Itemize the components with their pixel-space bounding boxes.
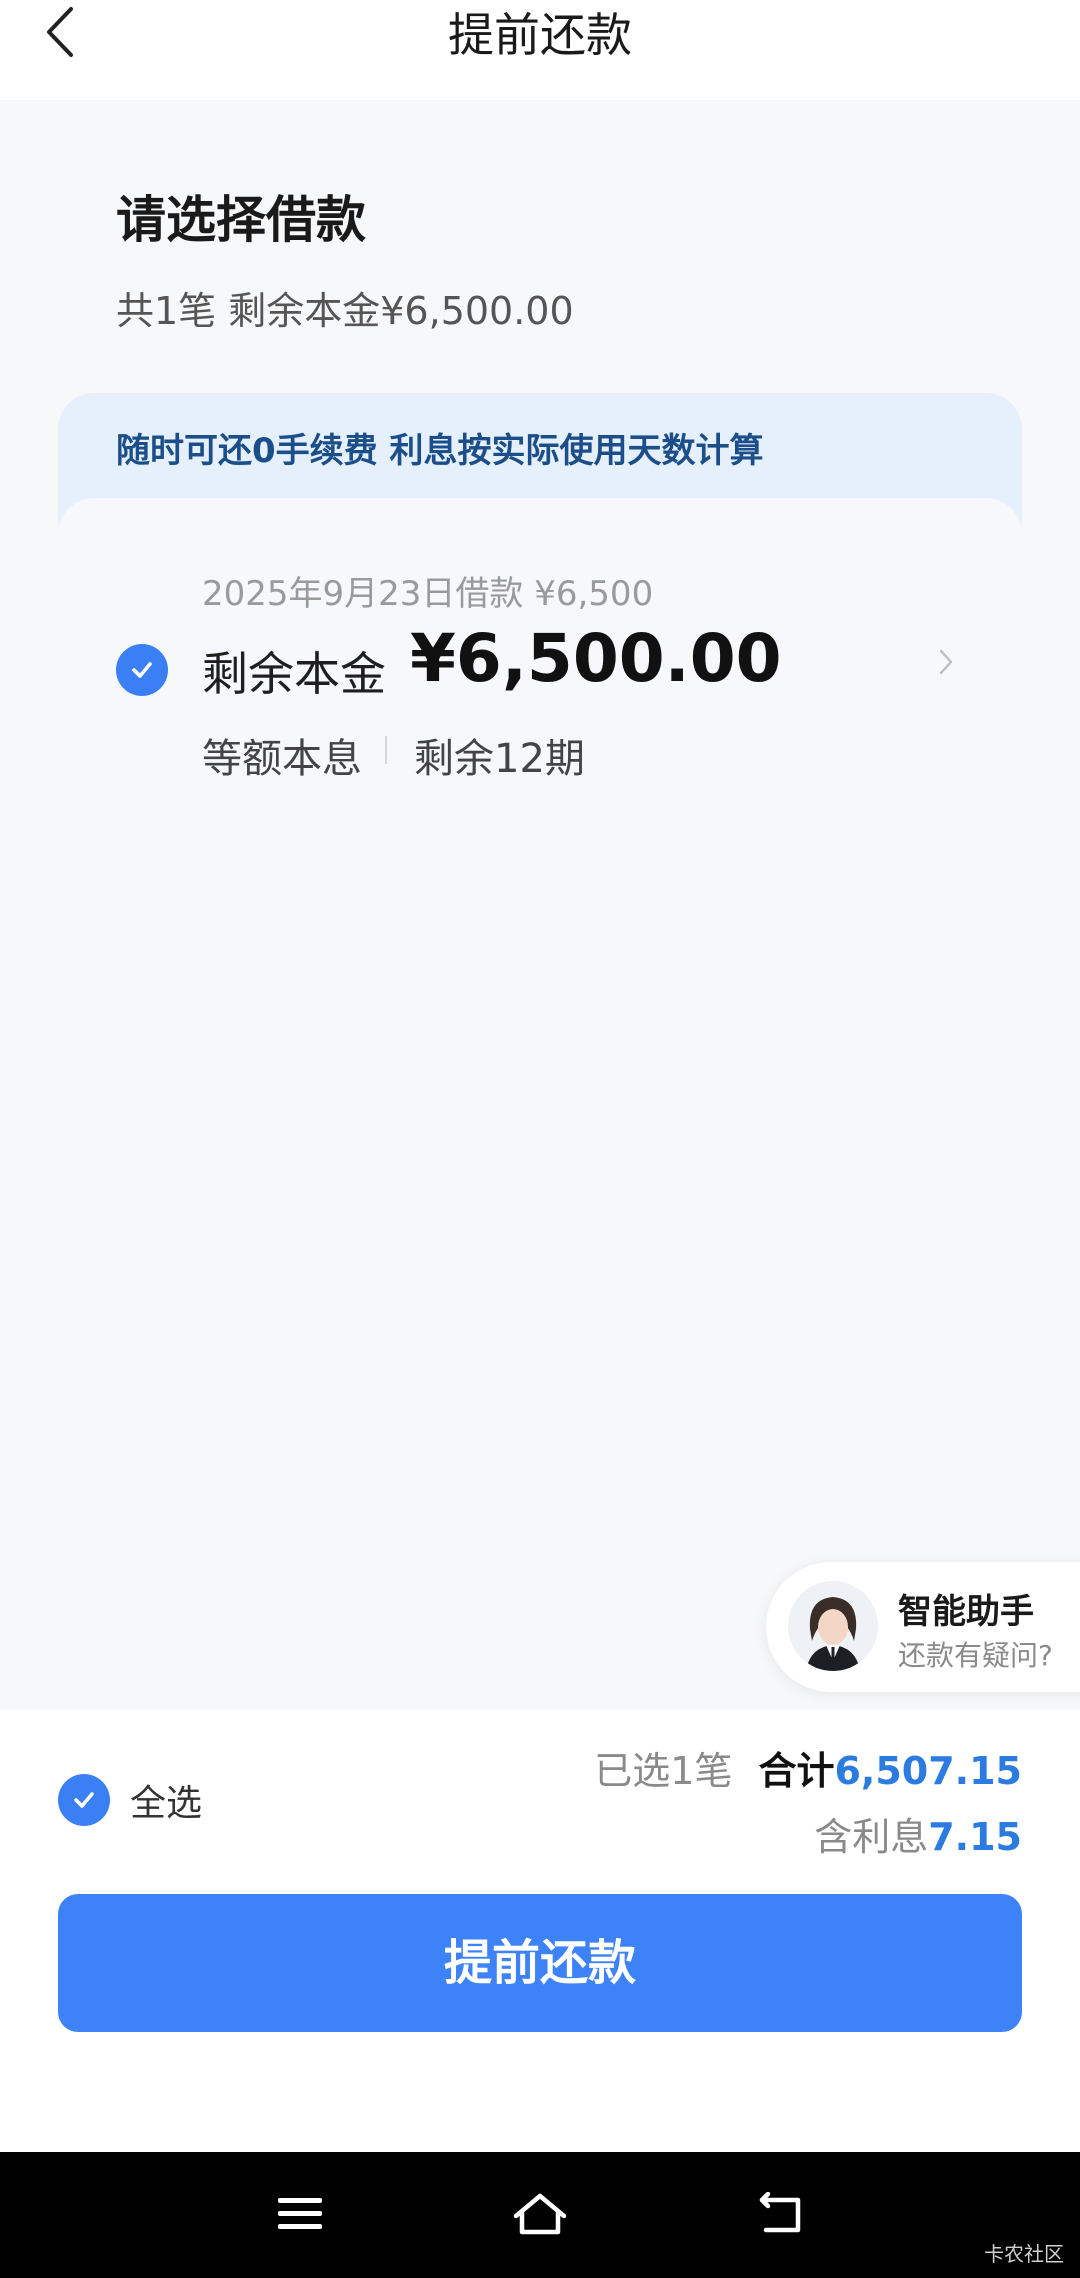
loan-checkbox[interactable] (116, 644, 168, 696)
loan-summary: 共1笔 剩余本金¥6,500.00 (116, 289, 574, 333)
watermark: 卡农社区 (984, 2242, 1064, 2266)
total-value: 6,507.15 (834, 1749, 1022, 1793)
back-button[interactable] (38, 2, 82, 62)
select-all-check (58, 1774, 110, 1826)
section-title: 请选择借款 (116, 191, 366, 249)
home-icon (513, 2193, 567, 2235)
assistant-subtitle: 还款有疑问? (898, 1639, 1053, 1672)
assistant-avatar (788, 1581, 878, 1671)
remaining-periods: 剩余12期 (414, 736, 585, 782)
menu-button[interactable] (265, 2184, 335, 2244)
total-summary: 已选1笔 合计6,507.15 (594, 1740, 1022, 1795)
remaining-principal-amount: ¥6,500.00 (410, 620, 782, 697)
top-header: 提前还款 (0, 0, 1080, 100)
check-icon (74, 1792, 94, 1808)
interest-summary: 含利息7.15 (814, 1806, 1022, 1861)
footer-panel: 全选 已选1笔 合计6,507.15 含利息7.15 提前还款 (0, 1710, 1080, 2152)
select-all-label: 全选 (130, 1783, 203, 1824)
notice-text: 随时可还0手续费 利息按实际使用天数计算 (116, 431, 764, 471)
loan-date: 2025年9月23日借款 ¥6,500 (202, 574, 654, 614)
system-nav-bar: 卡农社区 (0, 2152, 1080, 2278)
back-nav-button[interactable] (745, 2184, 815, 2244)
repayment-type: 等额本息 (202, 736, 362, 782)
home-button[interactable] (505, 2184, 575, 2244)
select-all-checkbox[interactable]: 全选 (58, 1774, 202, 1826)
divider (385, 736, 387, 764)
selected-count: 已选1笔 (594, 1749, 733, 1793)
interest-label: 含利息 (814, 1815, 929, 1859)
chevron-right-icon[interactable] (938, 648, 954, 680)
total-label: 合计 (758, 1749, 835, 1793)
page-title: 提前还款 (448, 8, 632, 62)
chevron-left-icon (47, 7, 73, 57)
early-repay-button[interactable]: 提前还款 (58, 1894, 1022, 2032)
smart-assistant-button[interactable]: 智能助手 还款有疑问? (766, 1562, 1080, 1692)
back-arrow-icon (759, 2192, 801, 2233)
assistant-title: 智能助手 (898, 1592, 1034, 1632)
check-icon (132, 662, 152, 678)
interest-value: 7.15 (928, 1815, 1022, 1859)
menu-icon (278, 2198, 322, 2229)
loan-card[interactable]: 2025年9月23日借款 ¥6,500 剩余本金 ¥6,500.00 等额本息 … (58, 498, 1022, 838)
remaining-principal-label: 剩余本金 (202, 647, 386, 701)
